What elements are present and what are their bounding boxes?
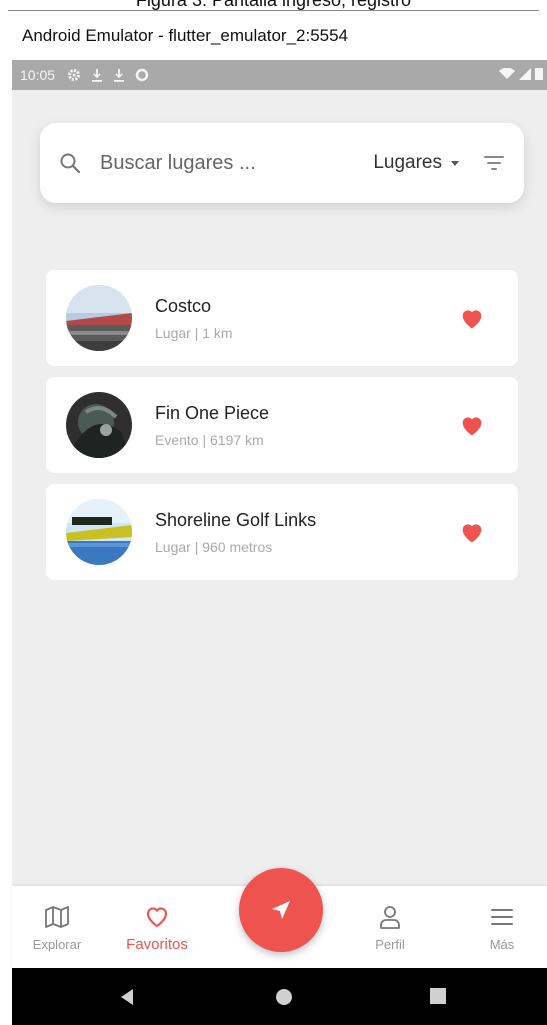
navigate-fab-button[interactable] (239, 868, 323, 952)
settings-status-icon (67, 68, 81, 82)
download-status-icon (91, 68, 103, 82)
place-thumbnail (66, 499, 132, 565)
map-icon (45, 905, 69, 928)
search-icon[interactable] (58, 151, 82, 175)
shield-status-icon (135, 68, 149, 82)
app-screen: Lugares Costco Lugar | 1 km (12, 90, 547, 886)
item-subtitle: Lugar | 960 metros (155, 538, 273, 555)
bottom-navigation: Explorar Favoritos Perfil Más (12, 868, 547, 968)
signal-icon (519, 67, 531, 83)
search-input[interactable] (100, 151, 374, 175)
filter-icon[interactable] (482, 151, 506, 175)
nav-favorites-label: Favoritos (126, 935, 188, 953)
caption-divider (8, 10, 539, 11)
system-navigation-bar (12, 968, 547, 1025)
list-item[interactable]: Shoreline Golf Links Lugar | 960 metros (46, 484, 518, 580)
place-thumbnail (66, 285, 132, 351)
item-title: Shoreline Golf Links (155, 509, 317, 530)
figure-caption: Figura 3: Pantalla ingreso, registro (135, 0, 412, 10)
recents-icon[interactable] (430, 988, 446, 1004)
status-time: 10:05 (20, 67, 56, 83)
back-icon[interactable] (119, 988, 135, 1006)
nav-explore[interactable]: Explorar (12, 886, 102, 968)
menu-icon (491, 908, 513, 925)
item-subtitle: Lugar | 1 km (155, 324, 233, 341)
list-item[interactable]: Costco Lugar | 1 km (46, 270, 518, 366)
heart-icon[interactable] (458, 518, 486, 546)
home-icon[interactable] (275, 988, 293, 1006)
window-title: Android Emulator - flutter_emulator_2:55… (0, 16, 547, 56)
nav-more-label: Más (489, 936, 515, 952)
heart-icon[interactable] (458, 411, 486, 439)
item-subtitle: Evento | 6197 km (155, 431, 264, 448)
category-dropdown[interactable]: Lugares (373, 152, 460, 174)
nav-more[interactable]: Más (457, 886, 547, 968)
search-bar: Lugares (40, 123, 524, 203)
battery-icon (535, 67, 543, 83)
favorites-list: Costco Lugar | 1 km Fin One Piece Evento (46, 270, 518, 591)
navigation-arrow-icon (272, 901, 290, 919)
item-title: Fin One Piece (155, 402, 270, 423)
nav-profile[interactable]: Perfil (345, 886, 435, 968)
person-icon (380, 905, 400, 929)
heart-outline-icon (146, 906, 168, 927)
item-title: Costco (155, 295, 212, 316)
status-bar: 10:05 (12, 60, 547, 90)
nav-explore-label: Explorar (32, 936, 82, 952)
wifi-icon (499, 67, 515, 83)
chevron-down-icon (451, 161, 459, 166)
list-item[interactable]: Fin One Piece Evento | 6197 km (46, 377, 518, 473)
event-thumbnail (66, 392, 132, 458)
category-label: Lugares (373, 152, 442, 173)
nav-profile-label: Perfil (375, 936, 405, 952)
nav-favorites[interactable]: Favoritos (112, 886, 202, 968)
heart-icon[interactable] (458, 304, 486, 332)
download-status-icon (113, 68, 125, 82)
